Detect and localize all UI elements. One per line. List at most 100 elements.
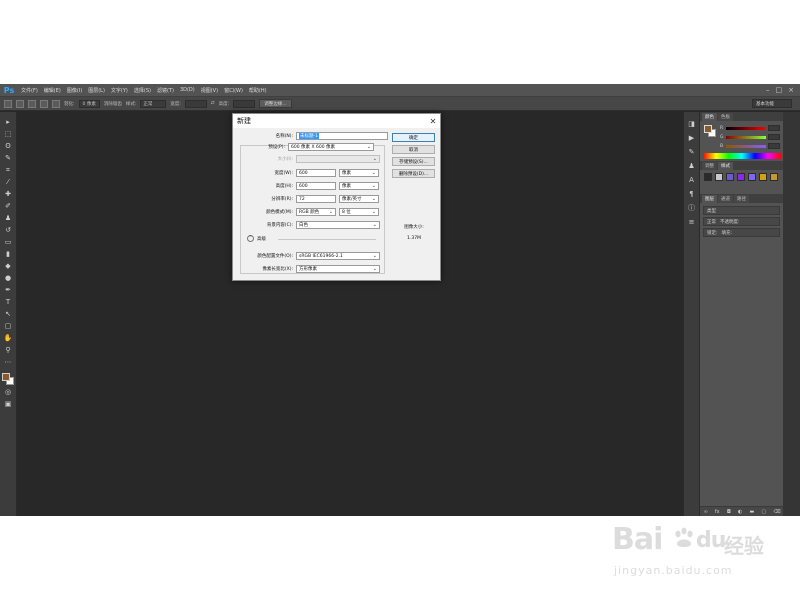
info-panel-icon[interactable]: ⓘ — [687, 204, 696, 213]
width-input[interactable] — [184, 99, 207, 108]
tab-styles[interactable]: 样式 — [718, 162, 733, 170]
crop-icon[interactable]: ⌗ — [4, 166, 13, 175]
lock-row[interactable]: 锁定: 填充: — [703, 228, 780, 237]
ok-button[interactable]: 确定 — [392, 133, 435, 142]
clone-panel-icon[interactable]: ♟ — [687, 162, 696, 171]
bit-depth-select[interactable]: 8 位 ⌄ — [339, 208, 379, 216]
panel-fg-color[interactable] — [704, 125, 712, 133]
height-input[interactable]: 600 — [296, 182, 336, 190]
resolution-unit-select[interactable]: 像素/英寸 ⌄ — [339, 195, 379, 203]
style-swatch[interactable] — [704, 173, 712, 181]
width-unit-select[interactable]: 像素 ⌄ — [339, 169, 379, 177]
blur-icon[interactable]: ◆ — [4, 262, 13, 271]
save-preset-button[interactable]: 存储预设(S)... — [392, 157, 435, 166]
style-select[interactable]: 正常 — [140, 99, 167, 108]
trash-icon[interactable]: ⌫ — [773, 509, 780, 515]
foreground-color-swatch[interactable] — [2, 373, 10, 381]
advanced-toggle[interactable]: ⌃ 高级 — [247, 235, 266, 242]
zoom-icon[interactable]: ⚲ — [4, 346, 13, 355]
character-panel-icon[interactable]: A — [687, 176, 696, 185]
minimize-button[interactable]: – — [766, 86, 770, 94]
tab-swatches[interactable]: 色板 — [718, 113, 733, 121]
quick-select-icon[interactable]: ✎ — [4, 154, 13, 163]
style-swatch[interactable] — [770, 173, 778, 181]
style-swatch[interactable] — [759, 173, 767, 181]
menu-layer[interactable]: 图层(L) — [85, 87, 108, 94]
color-spectrum[interactable] — [703, 153, 781, 159]
pixel-aspect-select[interactable]: 方形像素 ⌄ — [296, 265, 380, 273]
tab-paths[interactable]: 路径 — [734, 195, 749, 203]
color-mode-select[interactable]: RGB 颜色 ⌄ — [296, 208, 336, 216]
screen-mode-icon[interactable]: ▣ — [4, 400, 13, 409]
close-window-button[interactable]: × — [788, 86, 794, 94]
properties-panel-icon[interactable]: ≡ — [687, 218, 696, 227]
subtract-selection-icon[interactable] — [40, 99, 48, 108]
add-selection-icon[interactable] — [28, 99, 36, 108]
actions-panel-icon[interactable]: ▶ — [687, 134, 696, 143]
maximize-button[interactable]: □ — [776, 86, 783, 94]
style-swatch[interactable] — [715, 173, 723, 181]
new-layer-icon[interactable]: ▢ — [761, 509, 766, 515]
quick-mask-icon[interactable]: ◎ — [4, 388, 13, 397]
type-icon[interactable]: T — [4, 298, 13, 307]
background-select[interactable]: 白色 ⌄ — [296, 221, 380, 229]
eraser-icon[interactable]: ▭ — [4, 238, 13, 247]
resolution-input[interactable]: 72 — [296, 195, 336, 203]
intersect-selection-icon[interactable] — [52, 99, 60, 108]
healing-icon[interactable]: ✚ — [4, 190, 13, 199]
tab-adjustments[interactable]: 调整 — [702, 162, 717, 170]
style-swatch[interactable] — [726, 173, 734, 181]
menu-type[interactable]: 文字(Y) — [108, 87, 131, 94]
refine-edge-button[interactable]: 调整边缘... — [259, 99, 292, 108]
gradient-icon[interactable]: ▮ — [4, 250, 13, 259]
style-swatch[interactable] — [737, 173, 745, 181]
height-unit-select[interactable]: 像素 ⌄ — [339, 182, 379, 190]
menu-help[interactable]: 帮助(H) — [246, 87, 270, 94]
adjust-icon[interactable]: ◐ — [738, 509, 742, 515]
tab-channels[interactable]: 通道 — [718, 195, 733, 203]
swap-icon[interactable]: ⇄ — [211, 101, 215, 106]
folder-icon[interactable]: ▬ — [750, 509, 755, 515]
cancel-button[interactable]: 取消 — [392, 145, 435, 154]
profile-select[interactable]: sRGB IEC61966-2.1 ⌄ — [296, 252, 380, 260]
tab-layers[interactable]: 图层 — [702, 195, 717, 203]
preset-select[interactable]: 600 像素 X 600 像素 ⌄ — [288, 143, 374, 151]
tab-color[interactable]: 颜色 — [702, 113, 717, 121]
menu-select[interactable]: 选择(S) — [131, 87, 154, 94]
delete-preset-button[interactable]: 删除预设(D)... — [392, 169, 435, 178]
marquee-icon[interactable]: ⬚ — [4, 130, 13, 139]
slider-g[interactable]: G — [720, 134, 780, 140]
menu-window[interactable]: 窗口(W) — [221, 87, 246, 94]
width-input[interactable]: 600 — [296, 169, 336, 177]
antialias-checkbox[interactable]: 消除锯齿 — [104, 101, 122, 107]
layer-filter-row[interactable]: 类型 — [703, 206, 780, 215]
stamp-icon[interactable]: ♟ — [4, 214, 13, 223]
slider-r[interactable]: R — [720, 125, 780, 131]
more-tools-icon[interactable]: ⋯ — [4, 358, 13, 367]
brush-icon[interactable]: ✐ — [4, 202, 13, 211]
hand-icon[interactable]: ✋ — [4, 334, 13, 343]
height-input[interactable] — [233, 99, 256, 108]
fx-icon[interactable]: fx — [715, 509, 720, 515]
marquee-tool-icon[interactable] — [4, 99, 12, 108]
shape-icon[interactable]: ▢ — [4, 322, 13, 331]
menu-edit[interactable]: 编辑(E) — [41, 87, 64, 94]
menu-image[interactable]: 图像(I) — [64, 87, 85, 94]
dodge-icon[interactable]: ● — [4, 274, 13, 283]
color-swatch[interactable] — [2, 373, 14, 385]
menu-3d[interactable]: 3D(D) — [177, 87, 198, 93]
name-input[interactable]: 未标题-1 — [296, 132, 388, 140]
slider-b[interactable]: B — [720, 143, 780, 149]
pen-icon[interactable]: ✒ — [4, 286, 13, 295]
menu-file[interactable]: 文件(F) — [18, 87, 41, 94]
history-panel-icon[interactable]: ◨ — [687, 120, 696, 129]
path-select-icon[interactable]: ↖ — [4, 310, 13, 319]
menu-view[interactable]: 视图(V) — [198, 87, 221, 94]
mask-icon[interactable]: ◘ — [727, 509, 731, 515]
paragraph-panel-icon[interactable]: ¶ — [687, 190, 696, 199]
new-selection-icon[interactable] — [16, 99, 24, 108]
style-swatch[interactable] — [748, 173, 756, 181]
chevron-up-icon[interactable]: ⌃ — [247, 235, 254, 242]
workspace-select[interactable]: 基本功能 — [752, 99, 792, 108]
lasso-icon[interactable]: ʘ — [4, 142, 13, 151]
